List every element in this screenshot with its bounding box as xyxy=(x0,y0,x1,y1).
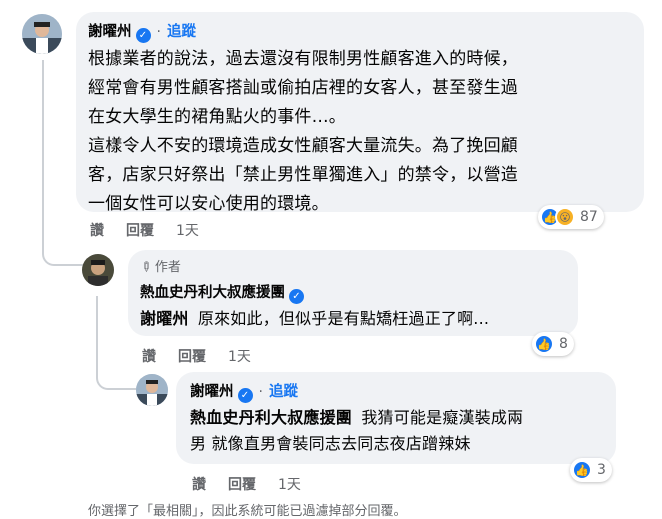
separator-dot: · xyxy=(258,384,263,400)
author-badge: ✎作者 xyxy=(136,256,566,276)
wow-reaction-icon: 😮 xyxy=(555,207,575,227)
like-reaction-icon: 👍 xyxy=(572,460,592,480)
reaction-count: 8 xyxy=(559,336,568,352)
comment-text: 謝曜州 原來如此，但似乎是有點矯枉過正了啊... xyxy=(140,306,566,332)
comment-actions: 讚 回覆 1天 xyxy=(142,346,273,366)
comment-line: 熱血史丹利大叔應援團 我猜可能是癡漢裝成兩 xyxy=(190,405,602,431)
pencil-icon: ✎ xyxy=(136,258,155,277)
reaction-summary[interactable]: 👍 8 xyxy=(532,332,574,356)
commenter-name[interactable]: 謝曜州 xyxy=(190,384,234,400)
timestamp[interactable]: 1天 xyxy=(176,223,199,239)
comment-line: 經常會有男性顧客搭訕或偷拍店裡的女客人，甚至發生過 xyxy=(88,78,518,98)
avatar[interactable] xyxy=(136,374,168,406)
timestamp[interactable]: 1天 xyxy=(228,349,251,365)
avatar[interactable] xyxy=(22,14,62,54)
reaction-summary[interactable]: 👍 3 xyxy=(570,458,612,482)
comment-bubble: ✎作者 熱血史丹利大叔應援團 ✓ 謝曜州 原來如此，但似乎是有點矯枉過正了啊... xyxy=(128,250,578,336)
filter-notice: 你選擇了「最相關」，因此系統可能已過濾掉部分回覆。 xyxy=(88,504,407,519)
reaction-count: 87 xyxy=(580,209,598,225)
follow-button[interactable]: 追蹤 xyxy=(269,384,298,400)
comment-line: 這樣令人不安的環境造成女性顧客大量流失。為了挽回顧 xyxy=(88,136,518,156)
author-badge-label: 作者 xyxy=(154,260,181,275)
verified-icon: ✓ xyxy=(289,289,304,304)
mention-link[interactable]: 謝曜州 xyxy=(140,309,189,328)
comment-actions: 讚 回覆 1天 xyxy=(90,220,221,240)
comment-text: 根據業者的說法，過去還沒有限制男性顧客進入的時候， 經常會有男性顧客搭訕或偷拍店… xyxy=(88,45,632,219)
comment-line-text: 我猜可能是癡漢裝成兩 xyxy=(361,408,524,427)
comment-header: 謝曜州 ✓ · 追蹤 xyxy=(88,20,632,43)
reply-button[interactable]: 回覆 xyxy=(178,349,206,365)
timestamp[interactable]: 1天 xyxy=(278,477,301,493)
like-button[interactable]: 讚 xyxy=(90,223,104,239)
reaction-count: 3 xyxy=(597,462,606,478)
comment-line: 根據業者的說法，過去還沒有限制男性顧客進入的時候， xyxy=(88,49,518,69)
comment-bubble: 謝曜州 ✓ · 追蹤 熱血史丹利大叔應援團 我猜可能是癡漢裝成兩 男 就像直男會裝同志… xyxy=(176,372,616,464)
separator-dot: · xyxy=(156,24,161,40)
commenter-name[interactable]: 熱血史丹利大叔應援團 xyxy=(140,285,285,301)
like-button[interactable]: 讚 xyxy=(192,477,206,493)
avatar[interactable] xyxy=(82,254,114,286)
comment-line: 男 就像直男會裝同志去同志夜店蹭辣妹 xyxy=(190,434,471,453)
like-reaction-icon: 👍 xyxy=(534,334,554,354)
comment-header: 謝曜州 ✓ · 追蹤 xyxy=(190,380,602,403)
mention-link[interactable]: 熱血史丹利大叔應援團 xyxy=(190,408,352,427)
commenter-name[interactable]: 謝曜州 xyxy=(88,24,132,40)
reaction-summary[interactable]: 👍 😮 87 xyxy=(538,205,604,229)
reply-button[interactable]: 回覆 xyxy=(126,223,154,239)
reply-button[interactable]: 回覆 xyxy=(228,477,256,493)
comment-line: 客，店家只好祭出「禁止男性單獨進入」的禁令，以營造 xyxy=(88,165,518,185)
comment-actions: 讚 回覆 1天 xyxy=(192,474,323,494)
comment-line: 原來如此，但似乎是有點矯枉過正了啊... xyxy=(197,309,490,328)
like-button[interactable]: 讚 xyxy=(142,349,156,365)
verified-icon: ✓ xyxy=(135,28,151,43)
verified-icon: ✓ xyxy=(237,388,253,403)
comment-text: 熱血史丹利大叔應援團 我猜可能是癡漢裝成兩 男 就像直男會裝同志去同志夜店蹭辣妹 xyxy=(190,405,602,457)
comment-bubble: 謝曜州 ✓ · 追蹤 根據業者的說法，過去還沒有限制男性顧客進入的時候， 經常會有男性… xyxy=(76,12,644,214)
comment-line: 在女大學生的裙角點火的事件…。 xyxy=(88,107,346,127)
follow-button[interactable]: 追蹤 xyxy=(167,24,196,40)
comment-header: 熱血史丹利大叔應援團 ✓ xyxy=(140,281,566,304)
